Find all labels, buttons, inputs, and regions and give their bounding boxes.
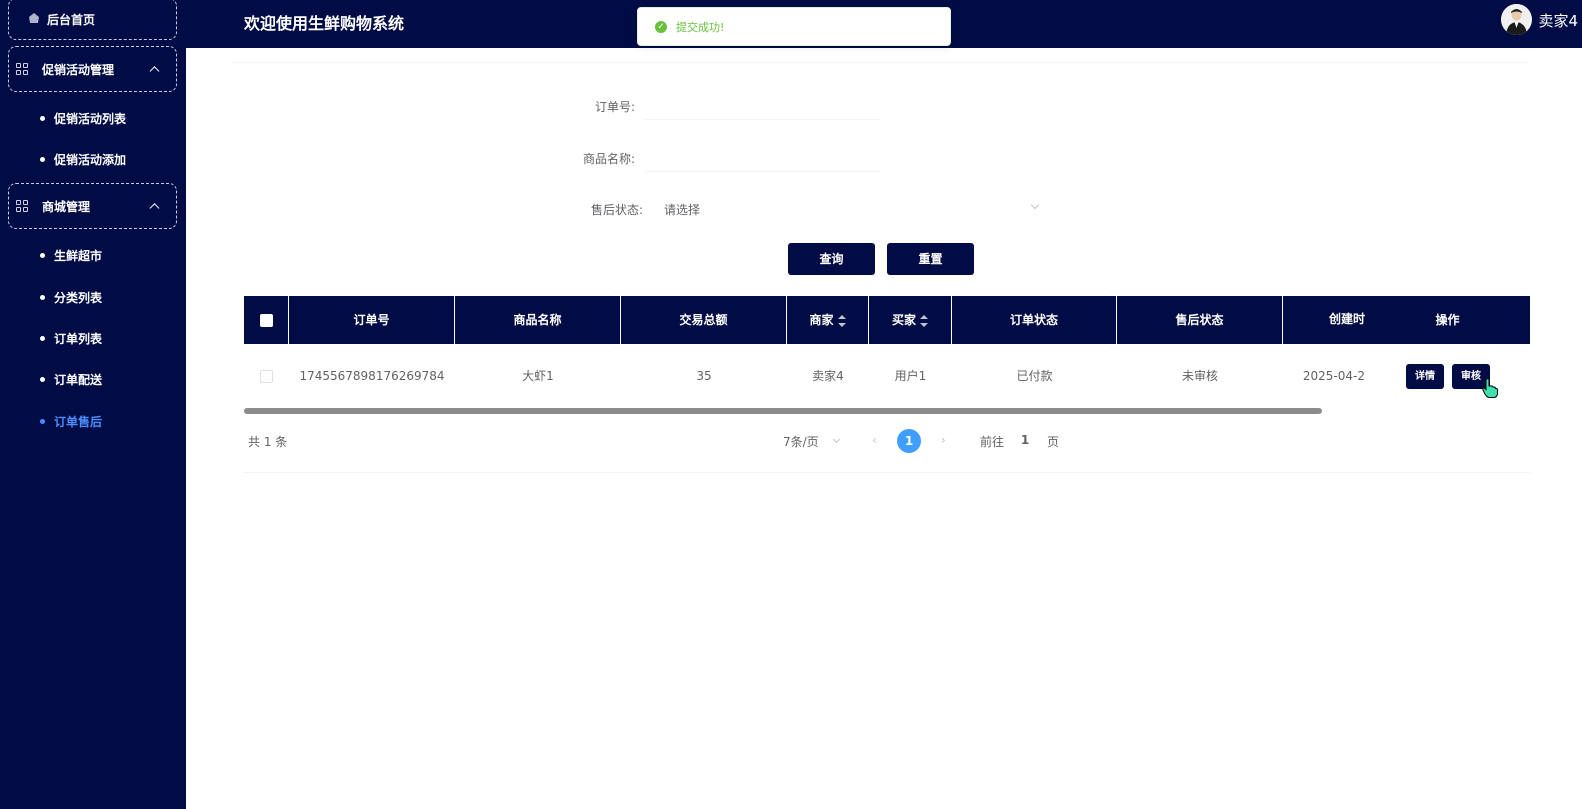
cell-seller: 卖家4 (812, 369, 844, 383)
username[interactable]: 卖家4 (1538, 10, 1578, 31)
page-size-select[interactable]: 7条/页 (783, 433, 819, 450)
column-label: 商家 (809, 313, 834, 327)
horizontal-scrollbar[interactable] (244, 408, 1322, 414)
sidebar-item-category-list[interactable]: 分类列表 (40, 289, 102, 306)
prev-page-button[interactable]: ‹ (872, 433, 877, 447)
column-order-no: 订单号 (289, 296, 455, 344)
order-no-input[interactable] (645, 90, 880, 120)
dot-icon (40, 419, 45, 424)
sidebar-item-order-aftersale[interactable]: 订单售后 (40, 413, 102, 430)
column-buyer[interactable]: 买家 (869, 296, 952, 344)
cell-created: 2025-04-2 (1302, 369, 1365, 383)
avatar[interactable] (1501, 4, 1532, 35)
sidebar-item-promotion-list[interactable]: 促销活动列表 (40, 110, 126, 127)
next-page-button[interactable]: › (941, 433, 946, 447)
toast-message: 提交成功! (676, 20, 725, 34)
column-product: 商品名称 (455, 296, 621, 344)
sidebar-item-label: 生鲜超市 (54, 249, 103, 263)
dot-icon (40, 295, 45, 300)
cell-order-no: 1745567898176269784 (299, 369, 445, 383)
select-all-column (244, 296, 289, 344)
sidebar-item-label: 订单列表 (54, 332, 103, 346)
sidebar-item-label: 订单配送 (54, 373, 103, 387)
pagination-total: 共 1 条 (248, 435, 288, 449)
home-icon (27, 12, 41, 27)
sidebar-item-promotion-add[interactable]: 促销活动添加 (40, 151, 126, 168)
sidebar-group-label: 商城管理 (42, 199, 91, 214)
sidebar-item-label: 分类列表 (54, 291, 103, 305)
column-created: 创建时 (1328, 312, 1365, 326)
select-all-checkbox[interactable] (260, 314, 273, 327)
chevron-down-icon (1030, 200, 1040, 210)
sidebar-group-label: 促销活动管理 (42, 62, 115, 77)
sidebar-item-order-delivery[interactable]: 订单配送 (40, 371, 102, 388)
sort-icon[interactable] (837, 314, 846, 327)
page-title: 欢迎使用生鲜购物系统 (244, 14, 405, 33)
sidebar-item-home[interactable]: 后台首页 (8, 0, 177, 40)
dot-icon (40, 157, 45, 162)
row-checkbox[interactable] (260, 370, 273, 383)
select-placeholder: 请选择 (664, 203, 701, 217)
sidebar-group-promotion[interactable]: 促销活动管理 (8, 46, 177, 92)
chevron-up-icon (149, 203, 160, 214)
column-seller[interactable]: 商家 (787, 296, 869, 344)
chevron-down-icon (832, 435, 841, 444)
goto-label: 前往 (980, 435, 1005, 449)
divider (230, 62, 1530, 63)
sidebar-item-fresh-market[interactable]: 生鲜超市 (40, 247, 102, 264)
reset-button[interactable]: 重置 (887, 243, 974, 275)
sidebar: 后台首页 促销活动管理 促销活动列表 促销活动添加 商城管理 生鲜超市 分类列表… (0, 0, 186, 809)
goto-page-input[interactable]: 1 (1012, 433, 1038, 447)
dot-icon (40, 116, 45, 121)
divider (244, 472, 1530, 473)
check-circle-icon: ✓ (655, 20, 667, 33)
grid-icon (16, 200, 28, 212)
dot-icon (40, 253, 45, 258)
page-unit-label: 页 (1047, 435, 1060, 449)
column-order-status: 订单状态 (952, 296, 1117, 344)
query-button[interactable]: 查询 (788, 243, 875, 275)
sort-icon[interactable] (920, 314, 928, 327)
sidebar-item-label: 后台首页 (47, 12, 96, 27)
column-aftersale-status: 售后状态 (1117, 296, 1283, 344)
hand-cursor-icon (1482, 378, 1498, 402)
sidebar-item-order-list[interactable]: 订单列表 (40, 330, 102, 347)
aftersale-status-select[interactable]: 请选择 (655, 196, 1050, 222)
sidebar-item-label: 促销活动添加 (54, 153, 127, 167)
cell-product: 大虾1 (522, 369, 554, 383)
column-total: 交易总额 (621, 296, 787, 344)
table-header: 订单号 商品名称 交易总额 商家 买家 订单状态 售后状态 创建时 操作 (244, 296, 1530, 344)
success-toast: ✓ 提交成功! (637, 7, 951, 46)
sidebar-item-label: 促销活动列表 (54, 112, 127, 126)
dot-icon (40, 336, 45, 341)
product-name-label: 商品名称: (582, 152, 635, 166)
cell-total: 35 (696, 369, 712, 383)
cell-buyer: 用户1 (894, 369, 927, 383)
order-no-label: 订单号: (594, 100, 635, 114)
aftersale-status-label: 售后状态: (590, 203, 643, 217)
sidebar-item-label: 订单售后 (54, 415, 103, 429)
grid-icon (16, 63, 28, 75)
dot-icon (40, 377, 45, 382)
current-page[interactable]: 1 (897, 429, 921, 453)
actions-cell: 详情 审核 (1365, 296, 1530, 408)
cell-order-status: 已付款 (1016, 369, 1053, 383)
chevron-up-icon (149, 66, 160, 77)
sidebar-group-mall[interactable]: 商城管理 (8, 183, 177, 229)
product-name-input[interactable] (645, 142, 880, 172)
cell-aftersale-status: 未审核 (1181, 369, 1218, 383)
detail-button[interactable]: 详情 (1406, 364, 1444, 389)
column-label: 买家 (891, 313, 916, 327)
